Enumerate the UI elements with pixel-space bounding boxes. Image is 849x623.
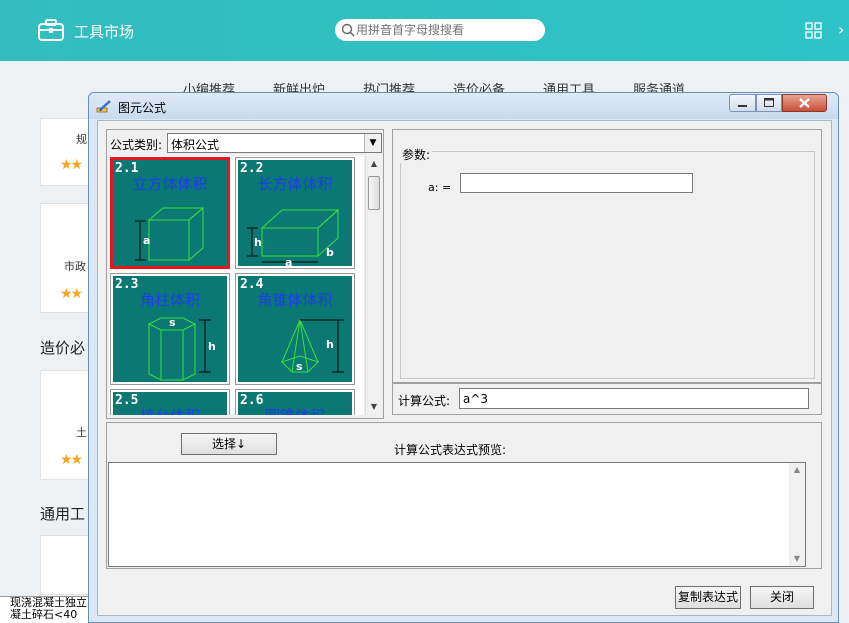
svg-text:a: a: [143, 234, 150, 247]
formula-thumb-prism[interactable]: s h 2.3 角柱体积: [110, 273, 230, 385]
category-label: 公式类别:: [110, 138, 163, 152]
toolbox-icon: [38, 19, 64, 41]
window-close-button[interactable]: [782, 94, 827, 112]
chevron-right-icon[interactable]: ›: [838, 20, 844, 39]
category-select[interactable]: 体积公式 ▼: [167, 133, 382, 153]
formula-thumb-pyramid[interactable]: h s 2.4 角锥体体积: [235, 273, 355, 385]
search-box[interactable]: [335, 19, 545, 41]
dialog-title: 图元公式: [118, 101, 167, 115]
formula-thumbnail-list: a 2.1 立方体体积 h a b 2.2 长方体体积 s h 2.3 角柱体积…: [109, 156, 364, 415]
section-title-cost: 造价必: [40, 339, 86, 357]
rating-stars: ★★: [60, 286, 83, 302]
tool-card-label: 规: [76, 133, 87, 146]
formula-dialog: 图元公式 公式类别: 体积公式 ▼ a 2.1 立方体体积 h a b 2.2 …: [88, 92, 839, 623]
param-a-input[interactable]: [460, 173, 693, 193]
tool-card-label: 土: [76, 426, 87, 439]
search-input[interactable]: [356, 21, 538, 39]
dialog-client: 公式类别: 体积公式 ▼ a 2.1 立方体体积 h a b 2.2 长方体体积…: [97, 120, 832, 616]
category-value: 体积公式: [171, 138, 220, 152]
formula-thumb-cone[interactable]: 2.6 圆锥体积: [235, 389, 355, 415]
select-button[interactable]: 选择↓: [181, 433, 277, 455]
scroll-up-icon[interactable]: ▲: [789, 463, 805, 477]
formula-thumb-frustum-prism[interactable]: 2.5 棱台体积: [110, 389, 230, 415]
formula-label: 计算公式:: [398, 394, 451, 408]
app-title: 工具市场: [74, 23, 135, 41]
close-icon: [799, 98, 810, 108]
minimize-button[interactable]: [729, 94, 756, 112]
svg-text:s: s: [169, 316, 176, 329]
preview-scrollbar[interactable]: ▲ ▼: [789, 463, 805, 566]
svg-text:a: a: [285, 256, 292, 266]
svg-text:s: s: [296, 360, 303, 373]
params-label: 参数:: [400, 146, 433, 163]
formula-thumb-cuboid[interactable]: h a b 2.2 长方体体积: [235, 157, 355, 269]
thumb-name: 角锥体体积: [257, 291, 333, 309]
thumb-name: 立方体体积: [132, 175, 208, 193]
scroll-up-icon[interactable]: ▲: [366, 156, 382, 172]
param-a-label: a: =: [428, 181, 452, 194]
status-strip: 现浇混凝土独立 凝土碎石<40: [0, 596, 92, 623]
formula-input[interactable]: [459, 388, 809, 409]
rating-stars: ★★: [60, 157, 83, 173]
maximize-button[interactable]: [756, 94, 782, 112]
scroll-down-icon[interactable]: ▼: [789, 552, 805, 566]
app-header: 工具市场 ›: [0, 0, 849, 61]
status-line: 凝土碎石<40: [10, 608, 78, 621]
chevron-down-icon[interactable]: ▼: [364, 134, 381, 152]
thumbnail-scrollbar[interactable]: ▲ ▼: [365, 156, 381, 415]
thumb-name: 棱台体积: [113, 405, 227, 415]
section-title-general: 通用工: [40, 505, 86, 523]
search-icon: [341, 23, 355, 37]
scrollbar-thumb[interactable]: [368, 176, 380, 210]
expression-preview[interactable]: ▲ ▼: [108, 462, 806, 567]
copy-expression-button[interactable]: 复制表达式: [675, 586, 741, 609]
tool-card-label: 市政: [64, 260, 86, 273]
pencil-ruler-icon: [96, 100, 111, 113]
svg-text:h: h: [254, 236, 262, 249]
dialog-titlebar[interactable]: 图元公式: [89, 93, 838, 119]
svg-text:h: h: [208, 340, 216, 353]
maximize-icon: [764, 98, 774, 107]
minimize-icon: [738, 105, 747, 107]
close-button[interactable]: 关闭: [750, 586, 814, 609]
svg-text:b: b: [326, 246, 334, 259]
formula-picker-panel: 公式类别: 体积公式 ▼ a 2.1 立方体体积 h a b 2.2 长方体体积…: [106, 129, 384, 419]
thumb-name: 长方体体积: [257, 175, 333, 193]
rating-stars: ★★: [60, 452, 83, 468]
scroll-down-icon[interactable]: ▼: [366, 399, 382, 415]
params-frame: [392, 129, 822, 383]
thumb-name: 角柱体积: [139, 291, 200, 309]
preview-label: 计算公式表达式预览:: [394, 443, 507, 457]
thumb-name: 圆锥体积: [238, 405, 352, 415]
grid-icon[interactable]: [805, 22, 822, 39]
formula-thumb-cube[interactable]: a 2.1 立方体体积: [110, 157, 230, 269]
svg-text:h: h: [326, 338, 334, 351]
